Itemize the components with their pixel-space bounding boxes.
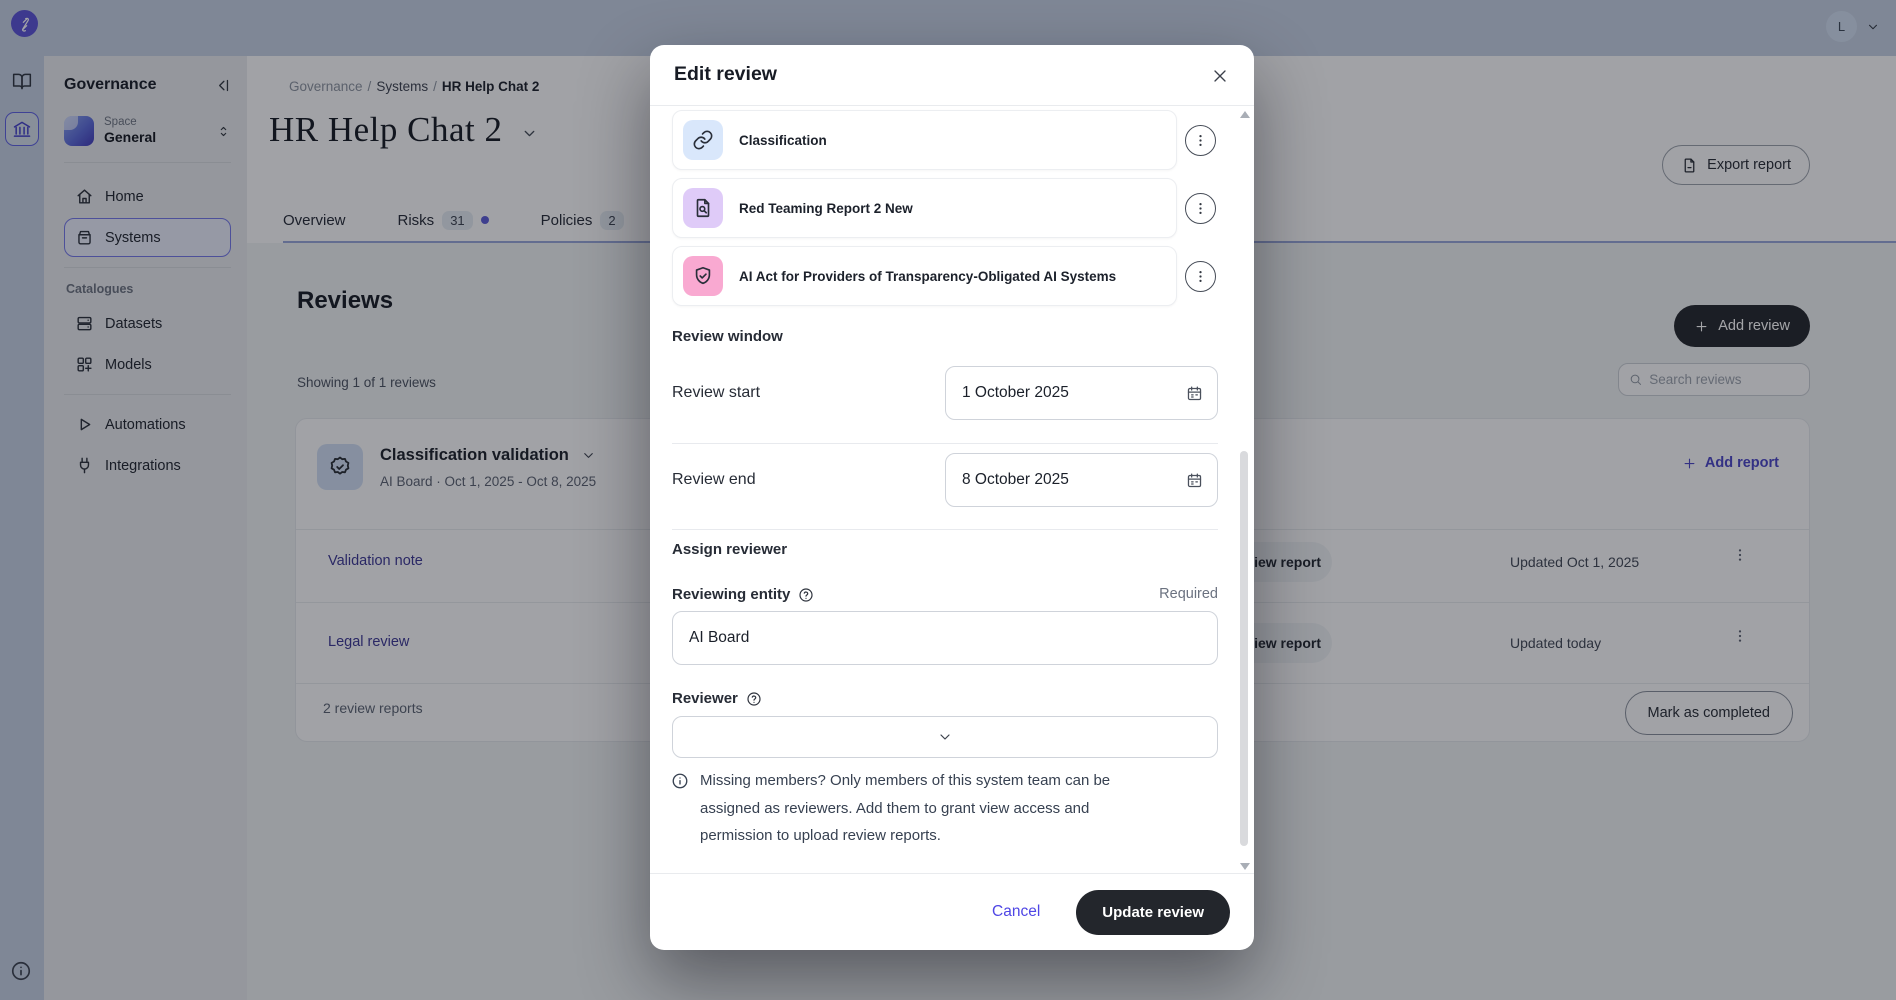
review-end-input[interactable]: [945, 453, 1218, 507]
reviewing-entity-label-text: Reviewing entity: [672, 586, 790, 603]
scrollbar-thumb[interactable]: [1240, 451, 1248, 846]
attachment-label: Red Teaming Report 2 New: [739, 200, 921, 217]
scroll-up-arrow[interactable]: [1240, 111, 1250, 118]
review-start-input[interactable]: [945, 366, 1218, 420]
attachment-kebab-icon[interactable]: [1185, 193, 1216, 224]
calendar-icon[interactable]: [1186, 472, 1203, 489]
calendar-icon[interactable]: [1186, 385, 1203, 402]
divider: [672, 443, 1218, 444]
review-start-label: Review start: [672, 384, 760, 402]
edit-review-modal: Edit review Classification Red Teaming R…: [650, 45, 1254, 950]
attachment-kebab-icon[interactable]: [1185, 125, 1216, 156]
modal-header: Edit review: [650, 45, 1254, 106]
document-search-icon: [683, 188, 723, 228]
required-badge: Required: [1159, 586, 1218, 602]
help-circle-icon[interactable]: [746, 691, 762, 707]
chevron-down-icon: [937, 729, 953, 745]
scroll-down-arrow[interactable]: [1240, 863, 1250, 870]
divider: [672, 529, 1218, 530]
shield-check-icon: [683, 256, 723, 296]
attachment-label: Classification: [739, 132, 835, 149]
link-icon: [683, 120, 723, 160]
attachment-label: AI Act for Providers of Transparency-Obl…: [739, 268, 1124, 285]
attachment-card-ai-act[interactable]: AI Act for Providers of Transparency-Obl…: [672, 246, 1177, 306]
help-circle-icon[interactable]: [798, 587, 814, 603]
review-end-label: Review end: [672, 471, 756, 489]
attachment-kebab-icon[interactable]: [1185, 261, 1216, 292]
reviewing-entity-value[interactable]: [673, 612, 1217, 664]
review-start-value[interactable]: [962, 384, 1186, 402]
close-icon[interactable]: [1206, 62, 1234, 90]
info-circle-icon: [671, 772, 689, 790]
attachment-card-red-teaming[interactable]: Red Teaming Report 2 New: [672, 178, 1177, 238]
modal-scrollbar[interactable]: [1239, 111, 1249, 870]
cancel-button[interactable]: Cancel: [992, 903, 1040, 921]
modal-title: Edit review: [674, 63, 777, 86]
reviewer-label: Reviewer: [672, 690, 762, 707]
reviewing-entity-label: Reviewing entity: [672, 586, 814, 603]
modal-footer: Cancel Update review: [650, 873, 1254, 950]
reviewing-entity-input[interactable]: [672, 611, 1218, 665]
update-review-button[interactable]: Update review: [1076, 890, 1230, 935]
review-end-value[interactable]: [962, 471, 1186, 489]
reviewer-select[interactable]: [672, 716, 1218, 758]
assign-reviewer-heading: Assign reviewer: [672, 541, 787, 558]
reviewer-label-text: Reviewer: [672, 690, 738, 707]
missing-members-note: Missing members? Only members of this sy…: [700, 767, 1166, 850]
review-window-heading: Review window: [672, 328, 783, 345]
attachment-card-classification[interactable]: Classification: [672, 110, 1177, 170]
